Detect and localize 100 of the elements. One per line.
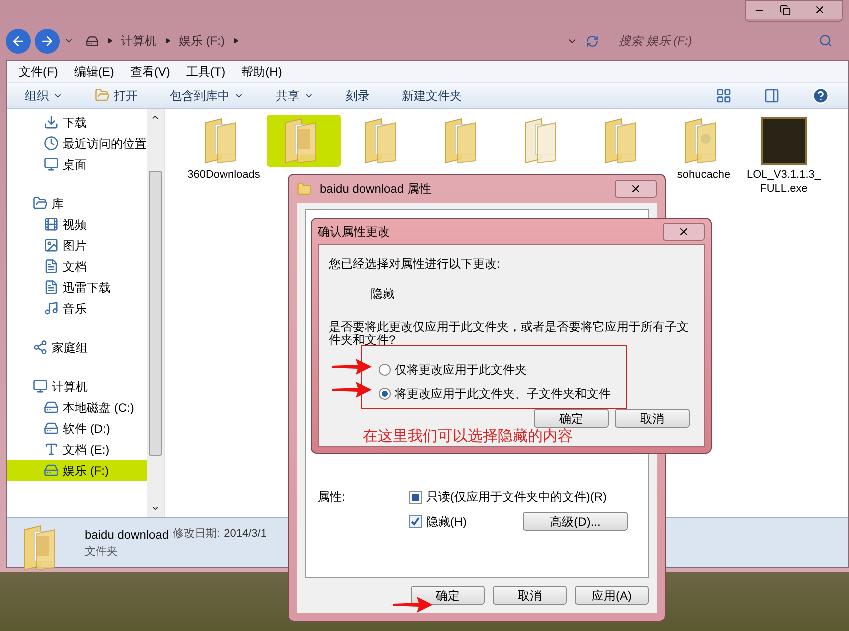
toolbar-button[interactable]: 刻录: [346, 86, 370, 104]
address-bar[interactable]: 计算机 娱乐 (F:): [78, 30, 607, 52]
drive-icon: [44, 400, 59, 415]
radio-label: 将更改应用于此文件夹、子文件夹和文件: [395, 386, 611, 403]
breadcrumb-item[interactable]: 娱乐 (F:): [179, 32, 225, 50]
drive-icon: [86, 34, 99, 48]
sidebar-item[interactable]: 家庭组: [7, 337, 147, 358]
sidebar-item[interactable]: 图片: [7, 235, 147, 256]
back-button[interactable]: [6, 28, 31, 54]
sidebar-item[interactable]: 迅雷下载: [7, 277, 147, 298]
sidebar-item[interactable]: 本地磁盘 (C:): [7, 397, 147, 418]
file-item[interactable]: LOL_V3.1.1.3_FULL.exe: [747, 115, 821, 198]
sidebar-item[interactable]: 视频: [7, 214, 147, 235]
forward-button[interactable]: [35, 28, 60, 54]
download-icon: [44, 115, 59, 130]
drive-icon: [44, 463, 59, 478]
toolbar-button[interactable]: 新建文件夹: [402, 86, 462, 104]
sidebar-item[interactable]: 软件 (D:): [7, 418, 147, 439]
forward-icon: [40, 34, 55, 48]
search-icon: [819, 34, 833, 48]
recent-icon: [44, 136, 59, 151]
scroll-up-icon: [151, 113, 160, 122]
homegroup-icon: [33, 340, 48, 355]
intro-text: 您已经选择对属性进行以下更改:: [329, 256, 502, 273]
radio-label: 仅将更改应用于此文件夹: [395, 362, 527, 379]
toolbar-button[interactable]: 组织: [25, 86, 63, 104]
checkbox-label: 隐藏(H): [426, 514, 468, 530]
sidebar-item[interactable]: 音乐: [7, 298, 147, 319]
question-text: 是否要将此更改仅应用于此文件夹，或者是否要将它应用于所有子文件夹和文件?: [329, 319, 690, 347]
dialog-button[interactable]: 应用(A): [575, 586, 649, 605]
breadcrumb-arrow-icon: [233, 38, 239, 44]
pointer-arrow: [332, 382, 372, 398]
attributes-label: 属性:: [318, 489, 346, 506]
breadcrumb-item[interactable]: 计算机: [121, 32, 157, 50]
checkbox-label: 只读(仅应用于文件夹中的文件)(R): [426, 489, 607, 506]
scroll-down-icon: [151, 504, 160, 513]
restore-icon: [780, 4, 790, 16]
dialog-title: baidu download 属性: [320, 181, 432, 198]
desktop-icon: [44, 157, 59, 172]
file-name: LOL_V3.1.1.3_FULL.exe: [747, 168, 821, 196]
music-icon: [44, 301, 59, 316]
dialog-button[interactable]: 高级(D)...: [523, 512, 628, 531]
pointer-arrow: [332, 359, 372, 375]
file-item[interactable]: 360Downloads: [187, 115, 261, 184]
computer-icon: [33, 379, 48, 394]
picture-icon: [44, 238, 59, 253]
modified-date: 2014/3/1: [224, 527, 267, 542]
file-name: 360Downloads: [187, 168, 261, 182]
font-icon: [44, 442, 59, 457]
toolbar-button[interactable]: 包含到库中: [170, 86, 244, 104]
app-icon: [761, 117, 807, 165]
breadcrumb-arrow-icon: [107, 38, 113, 44]
back-icon: [11, 34, 26, 48]
menu-item[interactable]: 查看(V): [130, 62, 170, 80]
pointer-arrow: [393, 597, 433, 613]
breadcrumb-arrow-icon: [165, 38, 171, 44]
sidebar-item[interactable]: 文档 (E:): [7, 439, 147, 460]
annotation-text: 在这里我们可以选择隐藏的内容: [362, 428, 574, 446]
sidebar-item[interactable]: 最近访问的位置: [7, 133, 147, 154]
modified-label: 修改日期:: [173, 527, 220, 542]
view-options-icon[interactable]: [716, 88, 732, 104]
search-field[interactable]: 搜索 娱乐 (F:): [619, 32, 819, 50]
radio-button[interactable]: [379, 388, 391, 400]
refresh-icon: [586, 34, 599, 48]
dialog-button[interactable]: 取消: [615, 409, 690, 428]
sidebar-item[interactable]: 娱乐 (F:): [7, 460, 147, 481]
dialog-button[interactable]: 取消: [493, 586, 567, 605]
help-icon[interactable]: [812, 86, 830, 104]
preview-pane-icon[interactable]: [764, 88, 780, 104]
menu-item[interactable]: 工具(T): [186, 62, 226, 80]
close-button[interactable]: [663, 222, 705, 240]
toolbar-button[interactable]: 共享: [276, 86, 314, 104]
folder-icon: [95, 88, 110, 103]
scrollbar[interactable]: [147, 109, 164, 517]
file-item[interactable]: sohucache: [667, 115, 741, 184]
sidebar-item[interactable]: 下载: [7, 112, 147, 133]
close-icon: [678, 226, 690, 238]
dialog-button[interactable]: 确定: [411, 586, 485, 605]
sidebar-item[interactable]: 桌面: [7, 154, 147, 175]
close-icon: [814, 4, 826, 16]
close-button[interactable]: [798, 1, 842, 19]
document-icon: [44, 280, 59, 295]
dialog-title: 确认属性更改: [318, 224, 391, 240]
video-icon: [44, 217, 59, 232]
drive-icon: [44, 421, 59, 436]
menu-item[interactable]: 帮助(H): [242, 62, 282, 80]
change-item: 隐藏: [370, 286, 396, 303]
document-icon: [44, 259, 59, 274]
menu-item[interactable]: 文件(F): [19, 62, 58, 80]
toolbar-button[interactable]: 打开: [95, 86, 138, 104]
folder-icon: [297, 182, 312, 196]
library-icon: [33, 196, 48, 211]
sidebar-item[interactable]: 库: [7, 193, 147, 214]
dialog-button[interactable]: 确定: [534, 409, 609, 428]
close-button[interactable]: [615, 180, 657, 198]
menu-item[interactable]: 编辑(E): [74, 62, 114, 80]
sidebar-item[interactable]: 计算机: [7, 376, 147, 397]
radio-button[interactable]: [379, 364, 391, 376]
file-name: sohucache: [676, 168, 732, 182]
sidebar-item[interactable]: 文档: [7, 256, 147, 277]
